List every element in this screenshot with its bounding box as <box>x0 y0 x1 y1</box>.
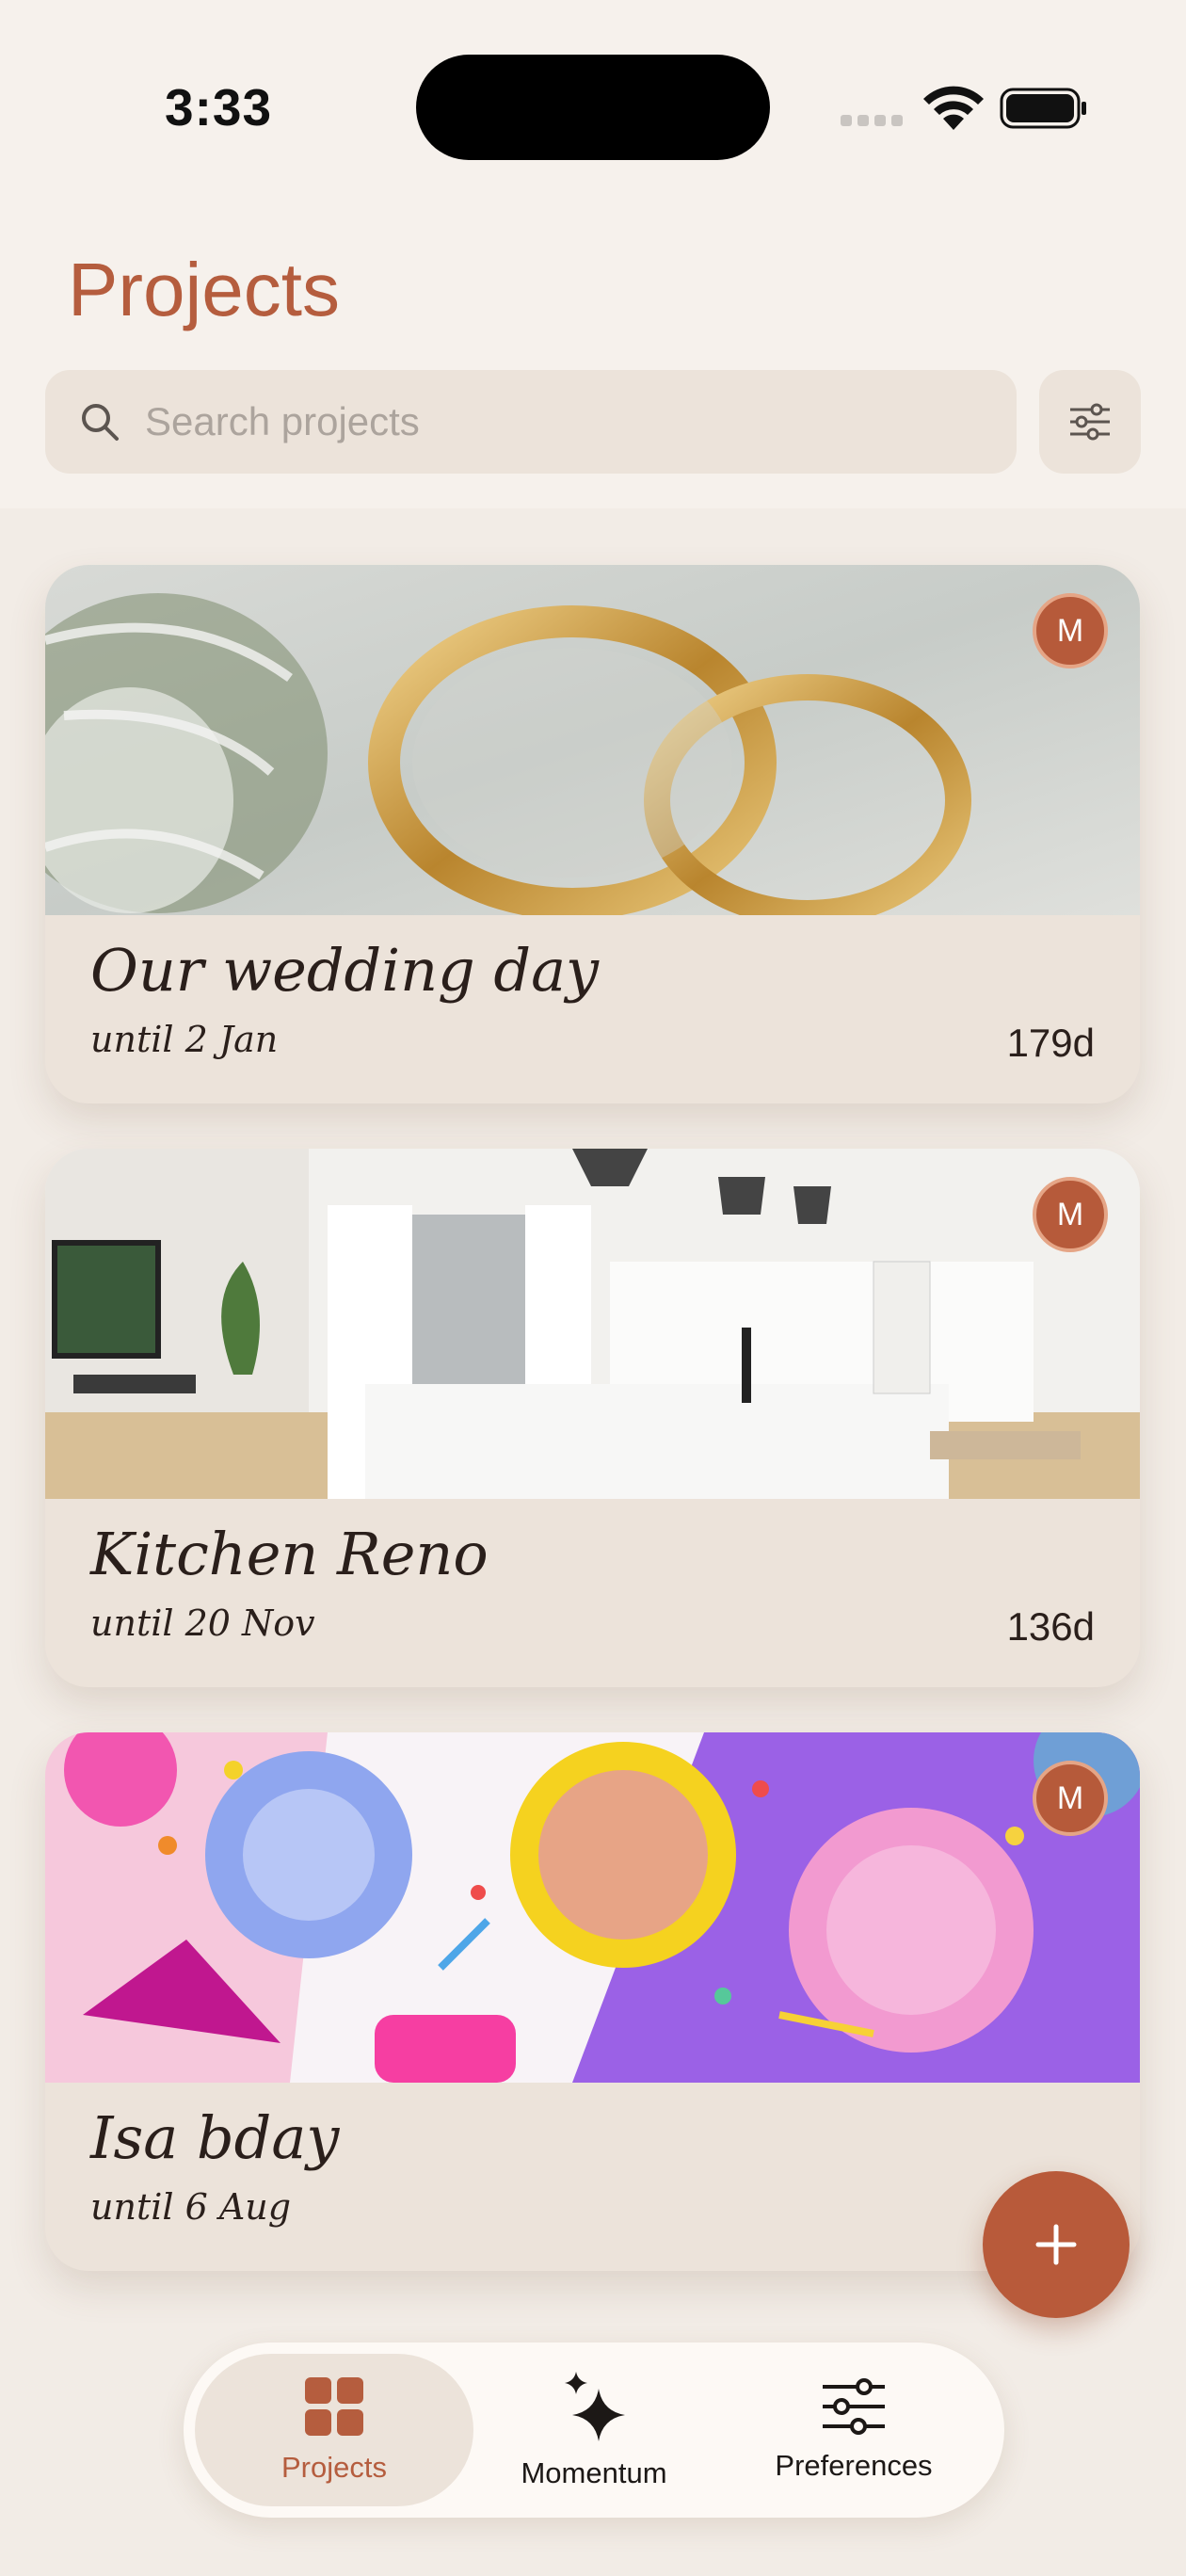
project-days-left: 179d <box>1006 1021 1095 1065</box>
project-card[interactable]: M Our wedding day until 2 Jan 179d <box>45 565 1140 1103</box>
add-project-button[interactable] <box>983 2171 1130 2318</box>
nav-item-projects[interactable]: Projects <box>195 2354 473 2506</box>
project-cover-image <box>45 1732 1140 2083</box>
status-time: 3:33 <box>165 78 273 137</box>
project-title: Isa bday <box>90 2103 340 2172</box>
cellular-signal-icon <box>841 115 903 126</box>
dynamic-island <box>416 55 770 160</box>
nav-label: Projects <box>281 2451 387 2484</box>
project-deadline: until 6 Aug <box>90 2186 292 2228</box>
sliders-icon <box>823 2378 885 2435</box>
owner-avatar[interactable]: M <box>1033 593 1108 668</box>
project-title: Kitchen Reno <box>90 1520 489 1588</box>
battery-icon <box>1000 88 1086 129</box>
owner-avatar[interactable]: M <box>1033 1177 1108 1252</box>
project-deadline: until 20 Nov <box>90 1602 315 1644</box>
search-icon <box>82 404 119 441</box>
plus-icon <box>1035 2224 1077 2265</box>
nav-item-preferences[interactable]: Preferences <box>714 2354 993 2506</box>
screen: 3:33 Projects Search projects M Our wedd… <box>0 0 1186 2576</box>
nav-label: Preferences <box>775 2449 933 2482</box>
project-card[interactable]: M Isa bday until 6 Aug <box>45 1732 1140 2271</box>
sparkle-icon <box>565 2372 625 2441</box>
bottom-nav: Projects Momentum Preferences <box>184 2343 1004 2518</box>
project-deadline: until 2 Jan <box>90 1019 279 1060</box>
grid-icon <box>305 2377 363 2436</box>
owner-avatar[interactable]: M <box>1033 1761 1108 1836</box>
project-card[interactable]: M Kitchen Reno until 20 Nov 136d <box>45 1149 1140 1687</box>
nav-label: Momentum <box>521 2456 667 2489</box>
nav-item-momentum[interactable]: Momentum <box>455 2354 733 2506</box>
filter-button[interactable] <box>1039 370 1141 474</box>
search-input[interactable]: Search projects <box>45 370 1017 474</box>
wifi-icon <box>923 86 984 130</box>
search-placeholder: Search projects <box>145 399 420 443</box>
sliders-icon <box>1070 403 1110 441</box>
project-cover-image <box>45 1149 1140 1499</box>
project-days-left: 136d <box>1006 1604 1095 1649</box>
page-title: Projects <box>68 248 340 331</box>
project-cover-image <box>45 565 1140 915</box>
project-title: Our wedding day <box>90 936 600 1005</box>
